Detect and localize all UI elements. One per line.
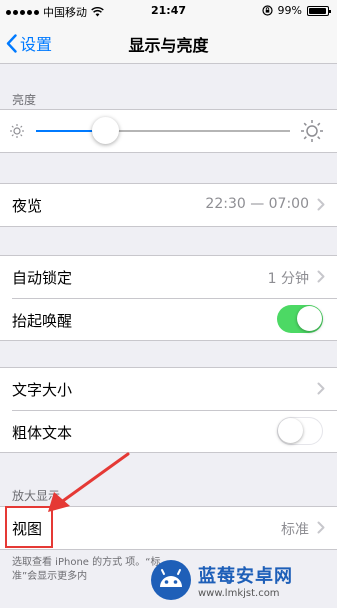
sun-large-icon: [301, 120, 323, 142]
brightness-slider-knob[interactable]: [91, 117, 119, 144]
chevron-right-icon: [317, 270, 325, 283]
navigation-bar: 设置 显示与亮度: [0, 22, 337, 64]
zoom-footer-text: 选取查看 iPhone 的方式 项。“标准”会显示更多内: [12, 557, 161, 582]
watermark-url: www.lmkjst.com: [198, 587, 280, 599]
chevron-right-icon: [317, 521, 325, 534]
sun-small-icon: [10, 124, 24, 138]
page-title: 显示与亮度: [128, 36, 209, 55]
annotation-arrow-icon: [48, 452, 130, 512]
watermark-name: 蓝莓安卓网: [198, 565, 293, 587]
android-robot-logo-icon: [151, 560, 191, 600]
auto-lock-label: 自动锁定: [12, 269, 73, 287]
brightness-slider-track[interactable]: [36, 117, 290, 144]
night-shift-label: 夜览: [12, 197, 43, 215]
brightness-header: 亮度: [12, 93, 37, 107]
raise-to-wake-label: 抬起唤醒: [12, 312, 73, 330]
chevron-right-icon: [317, 198, 325, 211]
battery-icon: [307, 5, 331, 16]
rotation-lock-icon: [261, 5, 273, 16]
brightness-group: [0, 109, 337, 153]
status-bar: 中国移动 21:47 99%: [0, 0, 337, 22]
night-shift-group: 夜览 22:30 — 07:00: [0, 183, 337, 227]
text-group: 文字大小 粗体文本: [0, 367, 337, 453]
lock-group: 自动锁定 1 分钟 抬起唤醒: [0, 255, 337, 341]
status-right: 99%: [261, 4, 331, 17]
text-size-row[interactable]: 文字大小: [0, 368, 337, 410]
bold-text-toggle[interactable]: [277, 417, 323, 445]
watermark-text: 蓝莓安卓网 www.lmkjst.com: [198, 562, 293, 599]
night-shift-value: 22:30 — 07:00: [205, 196, 309, 212]
raise-to-wake-row: 抬起唤醒: [0, 299, 337, 341]
bold-text-label: 粗体文本: [12, 424, 73, 442]
watermark: 蓝莓安卓网 www.lmkjst.com: [150, 552, 337, 608]
battery-percent: 99%: [277, 4, 302, 17]
raise-to-wake-toggle[interactable]: [277, 305, 323, 333]
auto-lock-row[interactable]: 自动锁定 1 分钟: [0, 256, 337, 298]
text-size-label: 文字大小: [12, 381, 73, 399]
chevron-right-icon: [317, 382, 325, 395]
night-shift-row[interactable]: 夜览 22:30 — 07:00: [0, 184, 337, 226]
bold-text-row: 粗体文本: [0, 411, 337, 453]
view-value: 标准: [281, 522, 309, 538]
auto-lock-value: 1 分钟: [267, 271, 309, 287]
